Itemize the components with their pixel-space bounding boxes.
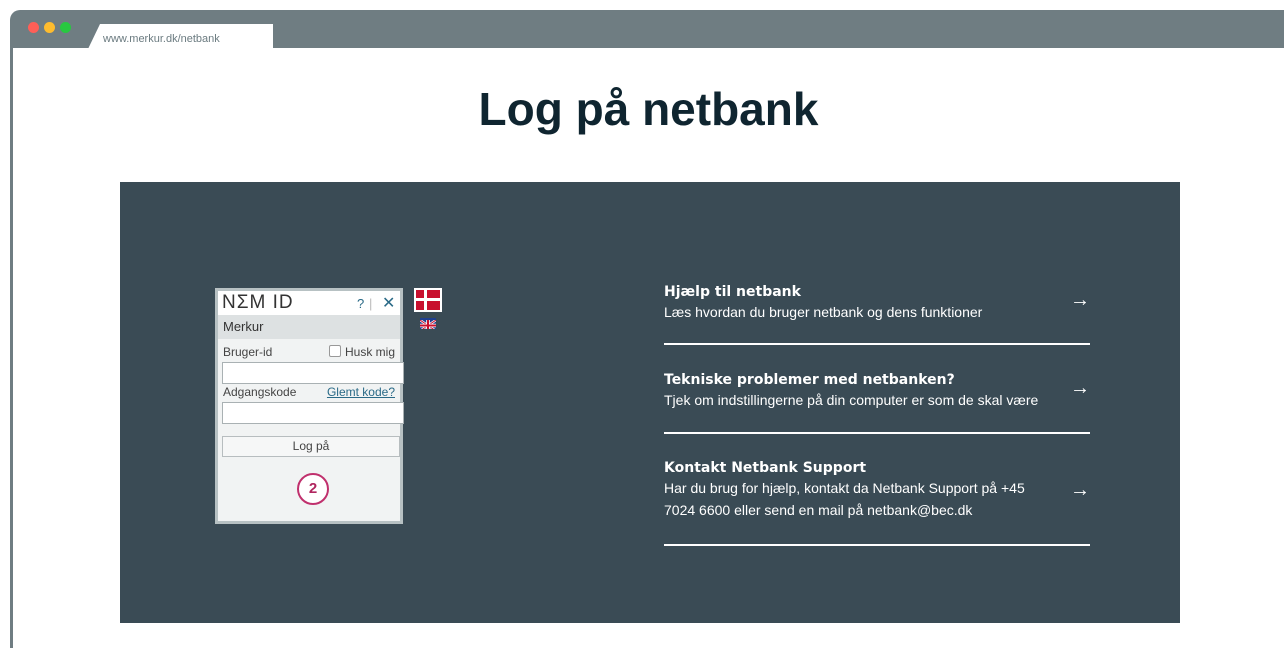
header-divider: | xyxy=(369,296,373,311)
arrow-right-icon[interactable]: → xyxy=(1070,377,1090,400)
close-window-dot[interactable] xyxy=(28,22,39,33)
help-item-description: Tjek om indstillingerne på din computer … xyxy=(664,392,1039,408)
arrow-right-icon[interactable]: → xyxy=(1070,479,1090,502)
user-label: Bruger-id xyxy=(223,345,273,359)
help-icon[interactable]: ? xyxy=(357,296,364,311)
remember-me-checkbox[interactable]: Husk mig xyxy=(328,345,395,359)
nemid-logo: NΣM ID xyxy=(222,292,294,313)
close-icon[interactable]: ✕ xyxy=(382,293,395,313)
page-content: Log på netbank NΣM ID ? | ✕ Merkur Bruge… xyxy=(13,48,1284,648)
maximize-window-dot[interactable] xyxy=(60,22,71,33)
help-item-heading: Kontakt Netbank Support xyxy=(664,460,867,476)
divider xyxy=(664,343,1090,345)
help-item-description: Læs hvordan du bruger netbank og dens fu… xyxy=(664,304,983,320)
login-button[interactable]: Log på xyxy=(222,436,400,457)
remember-label: Husk mig xyxy=(344,345,395,359)
page-title: Log på netbank xyxy=(478,83,819,135)
browser-tab[interactable]: www.merkur.dk/netbank xyxy=(88,24,273,49)
forgot-password-link[interactable]: Glemt kode? xyxy=(327,385,395,399)
help-item-heading: Hjælp til netbank xyxy=(664,284,801,300)
divider xyxy=(664,544,1090,546)
browser-window: www.merkur.dk/netbank Log på netbank NΣM… xyxy=(10,10,1284,648)
help-item-netbank[interactable]: Hjælp til netbank Læs hvordan du bruger … xyxy=(664,284,1090,345)
bank-name: Merkur xyxy=(218,315,400,339)
minimize-window-dot[interactable] xyxy=(44,22,55,33)
window-controls xyxy=(28,22,71,33)
help-item-support[interactable]: Kontakt Netbank Support Har du brug for … xyxy=(664,460,1090,546)
nemid-header: NΣM ID ? | ✕ xyxy=(218,291,400,315)
arrow-right-icon[interactable]: → xyxy=(1070,289,1090,312)
login-panel: NΣM ID ? | ✕ Merkur Bruger-id Husk mig A… xyxy=(120,182,1180,623)
password-label: Adgangskode xyxy=(223,385,297,399)
danish-flag-icon[interactable] xyxy=(414,288,442,312)
url-text: www.merkur.dk/netbank xyxy=(103,33,220,45)
divider xyxy=(664,432,1090,434)
uk-flag-icon[interactable] xyxy=(420,318,436,329)
checkbox-icon[interactable] xyxy=(328,345,341,357)
help-item-heading: Tekniske problemer med netbanken? xyxy=(664,372,955,388)
step-badge: 2 xyxy=(297,473,329,505)
nemid-login-widget: NΣM ID ? | ✕ Merkur Bruger-id Husk mig A… xyxy=(215,288,404,524)
help-item-description: Har du brug for hjælp, kontakt da Netban… xyxy=(664,480,1025,518)
help-item-technical[interactable]: Tekniske problemer med netbanken? Tjek o… xyxy=(664,372,1090,434)
password-input[interactable] xyxy=(222,402,404,424)
user-id-input[interactable] xyxy=(222,362,404,384)
